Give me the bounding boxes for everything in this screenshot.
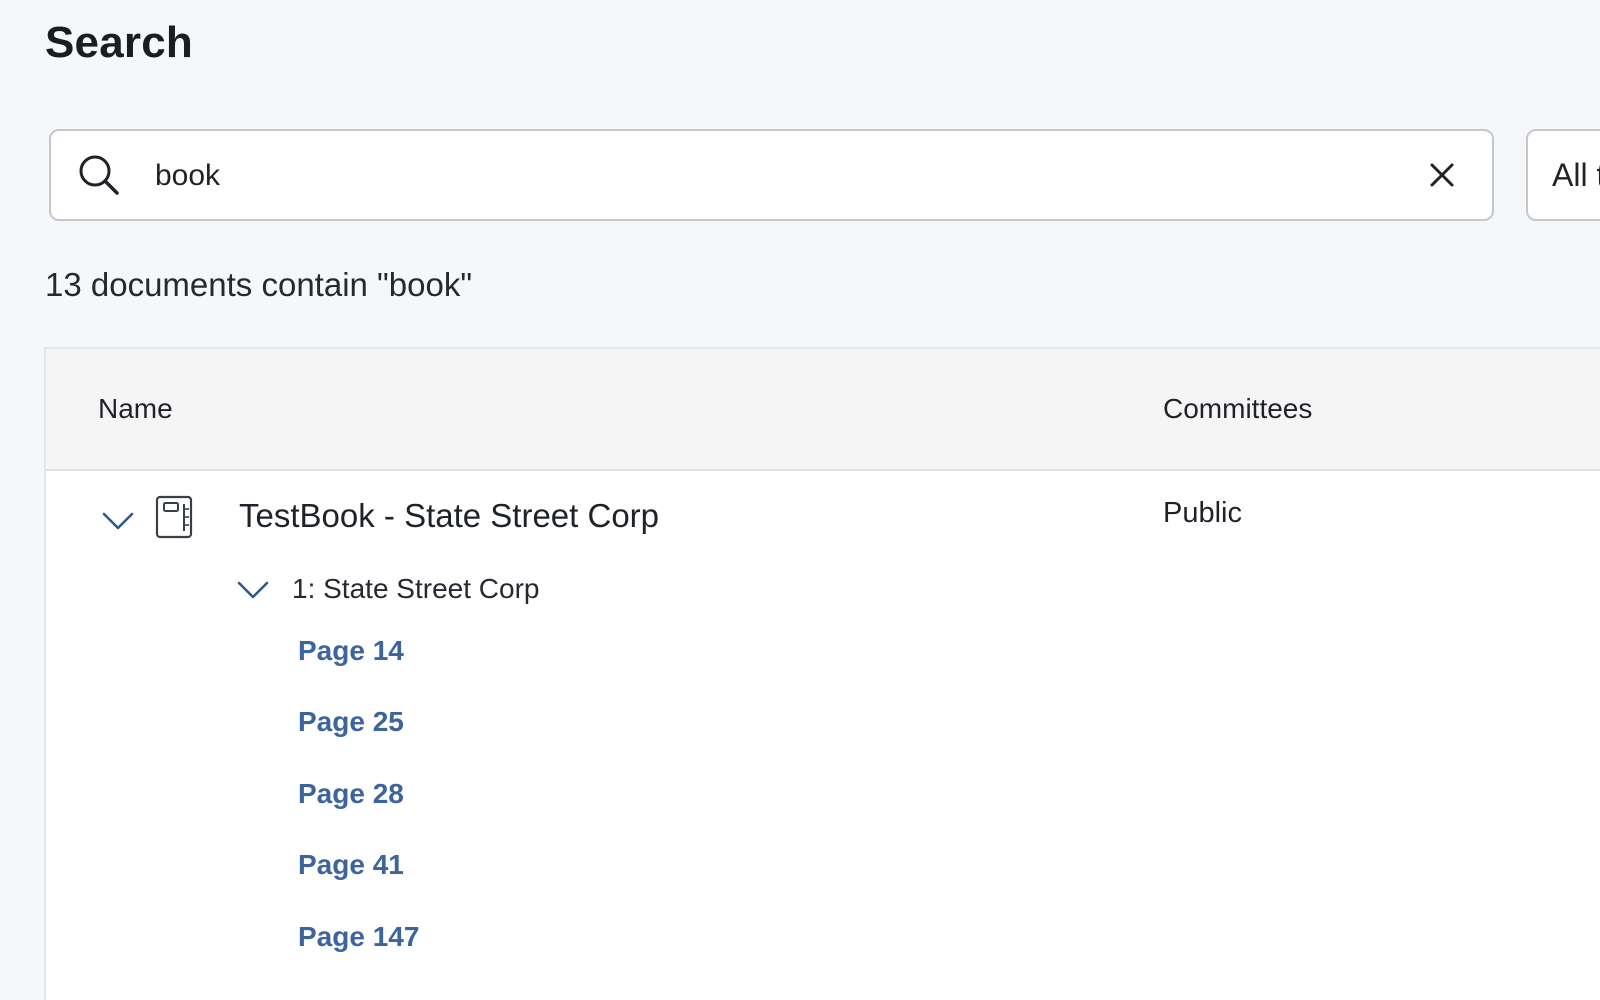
document-name-link[interactable]: TestBook - State Street Corp [239, 497, 659, 535]
close-icon [1430, 163, 1454, 187]
page-link[interactable]: Page 14 [298, 635, 404, 667]
page-link[interactable]: Page 147 [298, 921, 419, 953]
document-type-filter[interactable]: All types [1526, 129, 1600, 221]
column-header-committees[interactable]: Committees [1163, 393, 1312, 425]
page-title: Search [45, 18, 193, 67]
search-input[interactable] [155, 149, 1335, 203]
search-page: Search All types 13 documents contain "b… [0, 0, 1600, 1000]
page-link[interactable]: Page 28 [298, 778, 404, 810]
clear-search-button[interactable] [1420, 153, 1464, 197]
committee-value: Public [1163, 497, 1242, 529]
page-link[interactable]: Page 25 [298, 706, 404, 738]
chevron-down-icon[interactable] [236, 579, 270, 601]
book-icon [155, 495, 193, 539]
table-header: Name Committees [46, 349, 1600, 471]
results-table: Name Committees TestBook - State Street … [44, 347, 1600, 1000]
column-header-name[interactable]: Name [98, 393, 173, 425]
section-title: 1: State Street Corp [292, 573, 540, 604]
chevron-down-icon[interactable] [101, 510, 135, 532]
search-box[interactable] [49, 129, 1494, 221]
result-count: 13 documents contain "book" [45, 266, 473, 303]
page-link[interactable]: Page 41 [298, 849, 404, 881]
section-row: 1: State Street Corp [46, 559, 1600, 619]
search-icon [79, 155, 119, 195]
